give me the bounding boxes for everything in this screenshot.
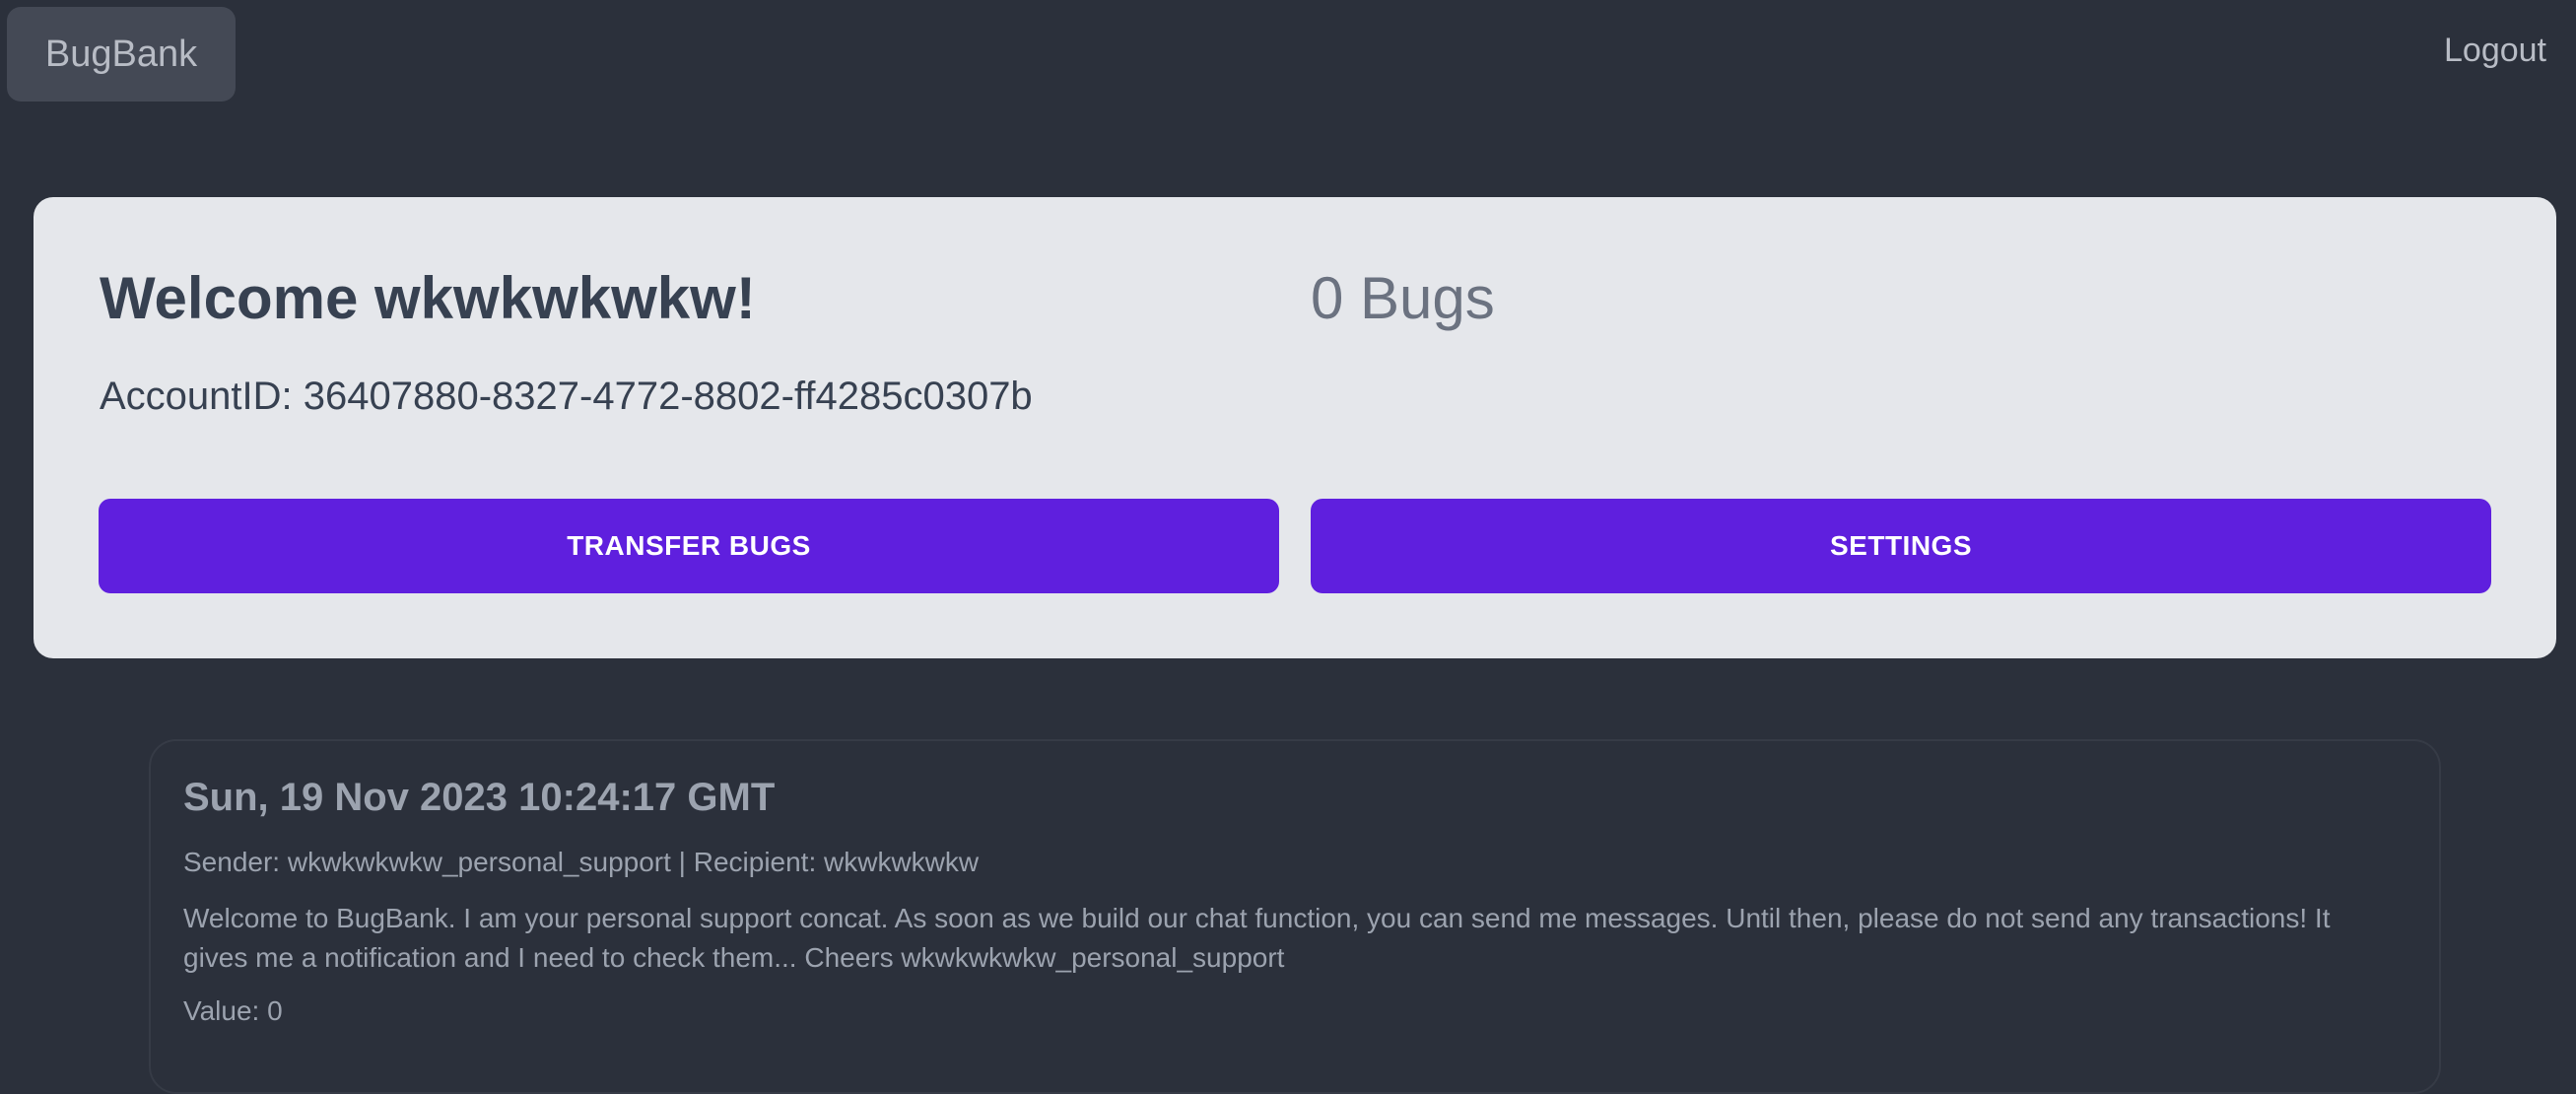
message-body: Welcome to BugBank. I am your personal s… (183, 903, 2331, 973)
account-id-text: AccountID: 36407880-8327-4772-8802-ff428… (100, 375, 1033, 418)
brand-logo-link[interactable]: BugBank (7, 7, 236, 102)
message-date: Sun, 19 Nov 2023 10:24:17 GMT (183, 776, 776, 819)
message-value: Value: 0 (183, 995, 283, 1026)
settings-button[interactable]: SETTINGS (1311, 499, 2491, 593)
top-navbar: BugBank Logout (0, 0, 2576, 108)
transfer-bugs-button[interactable]: TRANSFER BUGS (99, 499, 1279, 593)
bug-balance: 0 Bugs (1311, 265, 1495, 331)
welcome-heading: Welcome wkwkwkwkw! (100, 265, 756, 331)
message-sender-recipient: Sender: wkwkwkwkw_personal_support | Rec… (183, 847, 980, 877)
logout-link[interactable]: Logout (2444, 32, 2546, 70)
transaction-message-card: Sun, 19 Nov 2023 10:24:17 GMT Sender: wk… (149, 739, 2441, 1094)
account-summary-card: Welcome wkwkwkwkw! 0 Bugs AccountID: 364… (34, 197, 2556, 658)
